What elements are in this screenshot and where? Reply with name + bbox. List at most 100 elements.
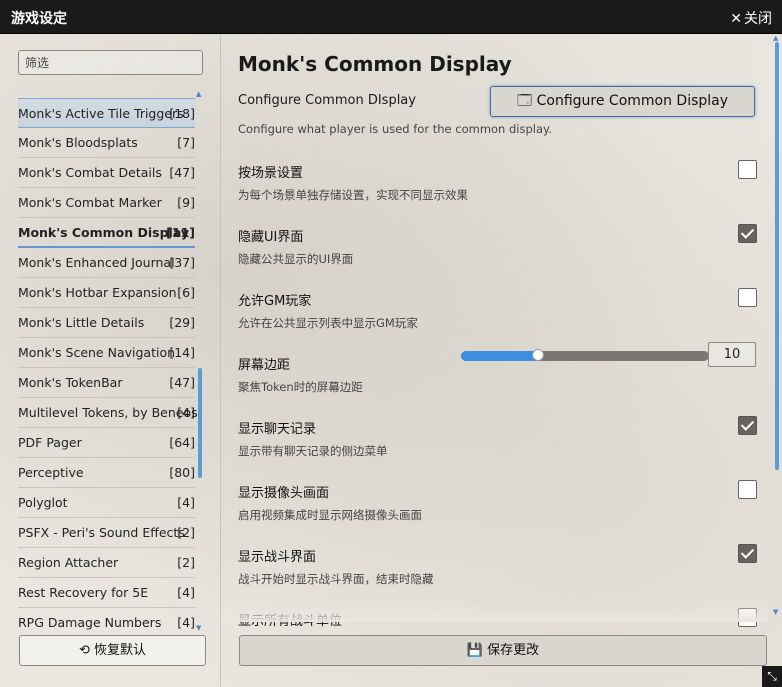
module-name: Rest Recovery for 5E <box>18 585 149 600</box>
margin-value-input[interactable]: 10 <box>708 342 756 367</box>
module-setting-count: [29] <box>169 315 195 330</box>
module-name: Polyglot <box>18 495 68 510</box>
sidebar-module-item[interactable]: Monk's Scene Navigation [14] <box>18 338 195 368</box>
save-changes-button[interactable]: 💾 保存更改 <box>239 635 767 666</box>
sidebar-scrollbar[interactable] <box>198 368 202 478</box>
sidebar-module-item[interactable]: Monk's TokenBar [47] <box>18 368 195 398</box>
module-setting-count: [47] <box>169 165 195 180</box>
sidebar-module-item[interactable]: PSFX - Peri's Sound Effects [2] <box>18 518 195 548</box>
window-title: 游戏设定 <box>11 11 67 27</box>
sidebar-module-item[interactable]: Monk's Combat Marker [9] <box>18 188 195 218</box>
setting-checkbox[interactable] <box>738 480 757 499</box>
module-setting-count: [80] <box>169 465 195 480</box>
module-list: Monk's Active Tile Triggers [18] Monk's Bl… <box>18 98 198 638</box>
module-setting-count: [4] <box>177 405 195 420</box>
setting-hint: 允许在公共显示列表中显示GM玩家 <box>238 316 418 330</box>
module-name: RPG Damage Numbers <box>18 615 162 630</box>
configure-button-label: Configure Common Display <box>536 93 729 109</box>
save-label: 保存更改 <box>487 643 540 658</box>
setting-hint: 隐藏公共显示的UI界面 <box>238 252 354 266</box>
setting-label: 允许GM玩家 <box>238 294 312 309</box>
setting-checkbox[interactable] <box>738 544 757 563</box>
setting-hint: 战斗开始时显示战斗界面，结束时隐藏 <box>238 572 434 586</box>
setting-label: 显示战斗界面 <box>238 550 317 565</box>
setting-checkbox[interactable] <box>738 160 757 179</box>
panel-scroll-down-icon[interactable]: ▼ <box>773 608 778 616</box>
module-setting-count: [4] <box>177 615 195 630</box>
slider-thumb[interactable] <box>531 349 544 361</box>
reset-defaults-button[interactable]: ⟲ 恢复默认 <box>19 635 206 666</box>
setting-row: 隐藏UI界面隐藏公共显示的UI界面 <box>238 224 758 286</box>
close-label: 关闭 <box>744 11 772 27</box>
settings-window: 游戏设定 ✕关闭 ▲ Monk's Active Tile Triggers[1… <box>0 0 782 687</box>
sidebar-module-item[interactable]: Polyglot [4] <box>18 488 195 518</box>
module-name: Monk's Scene Navigation <box>18 345 176 360</box>
module-setting-count: [2] <box>177 555 195 570</box>
setting-label: 屏幕边距 <box>238 358 291 373</box>
sidebar-module-item[interactable]: Monk's Enhanced Journal [37] <box>18 248 195 278</box>
setting-hint: 启用视频集成时显示网络摄像头画面 <box>238 508 422 522</box>
sidebar-module-item[interactable]: Region Attacher [2] <box>18 548 195 578</box>
sidebar-module-item[interactable]: Rest Recovery for 5E [4] <box>18 578 195 608</box>
sidebar-module-item[interactable]: Monk's Active Tile Triggers [18] <box>18 98 195 128</box>
save-icon: 💾 <box>466 643 484 658</box>
setting-row: 显示战斗界面战斗开始时显示战斗界面，结束时隐藏 <box>238 544 758 606</box>
slider-fill <box>461 351 538 361</box>
reset-label: 恢复默认 <box>94 643 147 658</box>
setting-row: 显示摄像头画面启用视频集成时显示网络摄像头画面 <box>238 480 758 542</box>
setting-hint: 聚焦Token时的屏幕边距 <box>238 380 363 394</box>
resize-handle-icon[interactable]: ⤡ <box>762 666 782 687</box>
module-setting-count: [2] <box>177 525 195 540</box>
sidebar-module-item[interactable]: Monk's Common Display [11] <box>18 218 195 248</box>
module-name: Monk's Bloodsplats <box>18 135 138 150</box>
setting-label: 显示聊天记录 <box>238 422 317 437</box>
sidebar-module-item[interactable]: PDF Pager [64] <box>18 428 195 458</box>
sidebar-module-item[interactable]: Multilevel Tokens, by Beneos [4] <box>18 398 198 428</box>
setting-hint: 显示带有聊天记录的侧边菜单 <box>238 444 388 458</box>
sidebar-module-item[interactable]: Monk's Little Details [29] <box>18 308 195 338</box>
module-setting-count: [6] <box>177 285 195 300</box>
sidebar-scroll-up-icon[interactable]: ▲ <box>196 90 201 98</box>
module-name: Monk's Combat Marker <box>18 195 162 210</box>
panel-fade <box>222 602 767 622</box>
module-setting-count: [4] <box>177 585 195 600</box>
filter-input[interactable] <box>18 50 203 75</box>
setting-label: 隐藏UI界面 <box>238 230 304 245</box>
user-display-icon: 🗔 <box>516 93 533 109</box>
close-button[interactable]: ✕ 关闭 <box>730 8 772 28</box>
module-title: Monk's Common Display <box>238 52 512 76</box>
module-name: Monk's Active Tile Triggers <box>18 106 184 121</box>
module-setting-count: [4] <box>177 495 195 510</box>
setting-label: 按场景设置 <box>238 166 304 181</box>
module-name: Monk's Combat Details <box>18 165 162 180</box>
module-setting-count: [11] <box>166 225 195 240</box>
module-setting-count: [18] <box>169 106 195 121</box>
panel-scrollbar[interactable] <box>775 42 779 470</box>
module-setting-count: [37] <box>169 255 195 270</box>
title-bar[interactable]: 游戏设定 ✕ 关闭 <box>0 0 782 34</box>
sidebar-module-item[interactable]: Monk's Combat Details [47] <box>18 158 195 188</box>
configure-common-display-button[interactable]: 🗔 Configure Common Display <box>490 86 755 117</box>
panel-scroll-up-icon[interactable]: ▲ <box>773 34 778 42</box>
setting-checkbox[interactable] <box>738 224 757 243</box>
margin-slider[interactable] <box>461 349 709 361</box>
setting-checkbox[interactable] <box>738 416 757 435</box>
setting-checkbox[interactable] <box>738 288 757 307</box>
configure-hint: Configure what player is used for the co… <box>238 122 552 136</box>
sidebar-module-item[interactable]: Monk's Bloodsplats [7] <box>18 128 195 158</box>
module-name: Multilevel Tokens, by Beneos <box>18 405 198 420</box>
sidebar-module-item[interactable]: RPG Damage Numbers [4] <box>18 608 195 638</box>
setting-label: 显示摄像头画面 <box>238 486 330 501</box>
module-setting-count: [7] <box>177 135 195 150</box>
module-name: Perceptive <box>18 465 84 480</box>
sidebar-module-item[interactable]: Monk's Hotbar Expansion [6] <box>18 278 195 308</box>
sidebar-module-item[interactable]: Perceptive [80] <box>18 458 195 488</box>
setting-row: 允许GM玩家允许在公共显示列表中显示GM玩家 <box>238 288 758 350</box>
setting-row: 按场景设置 为每个场景单独存储设置，实现不同显示效果 <box>238 160 758 222</box>
sidebar-scroll-down-icon[interactable]: ▼ <box>196 624 201 632</box>
module-name: Region Attacher <box>18 555 119 570</box>
configure-label: Configure Common DIsplay <box>238 93 416 108</box>
module-setting-count: [47] <box>169 375 195 390</box>
module-setting-count: [14] <box>169 345 195 360</box>
reset-icon: ⟲ <box>78 643 90 658</box>
